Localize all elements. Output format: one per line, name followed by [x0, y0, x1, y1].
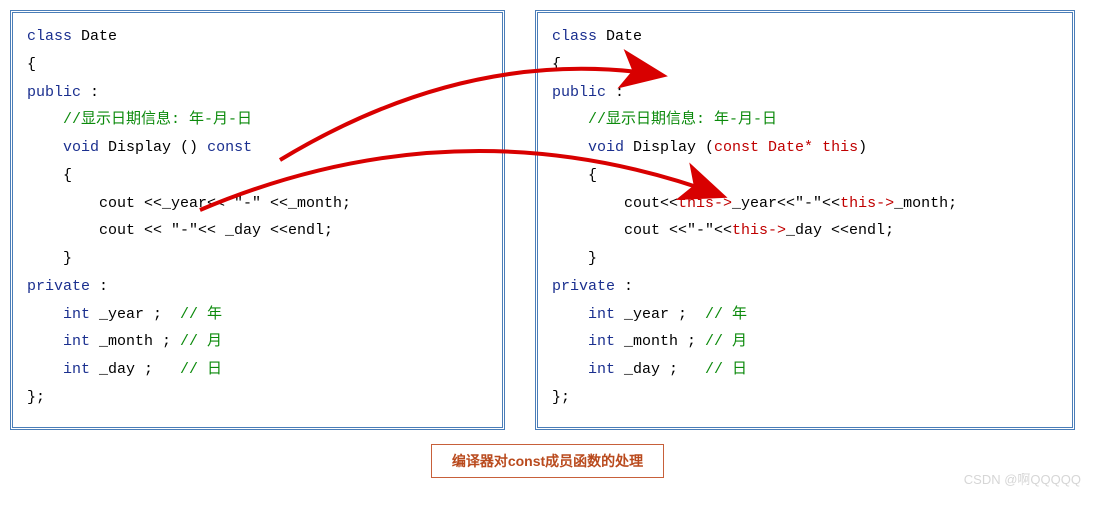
code-text: }	[27, 250, 72, 267]
code-text: };	[27, 389, 45, 406]
code-text: Display ()	[99, 139, 207, 156]
left-code-box: class Date { public : //显示日期信息: 年-月-日 vo…	[10, 10, 505, 430]
code-text: Date	[597, 28, 642, 45]
code-text	[552, 361, 588, 378]
code-text: Date	[72, 28, 117, 45]
keyword-public: public	[552, 84, 606, 101]
keyword-int: int	[63, 361, 90, 378]
code-text: _month ;	[90, 333, 180, 350]
code-text: cout << "-"<< _day <<endl;	[27, 222, 333, 239]
code-text	[27, 306, 63, 323]
code-text: :	[90, 278, 108, 295]
code-text: _month;	[894, 195, 957, 212]
code-text	[27, 361, 63, 378]
comment-day: // 日	[180, 361, 222, 378]
code-text: _year ;	[90, 306, 180, 323]
code-text	[27, 139, 63, 156]
code-text: :	[606, 84, 624, 101]
comment-line: //显示日期信息: 年-月-日	[27, 111, 252, 128]
code-text: _year<<"-"<<	[732, 195, 840, 212]
code-comparison: class Date { public : //显示日期信息: 年-月-日 vo…	[10, 10, 1085, 430]
code-text: Display (	[624, 139, 714, 156]
code-text: cout <<_year<< "-" <<_month;	[27, 195, 351, 212]
code-text: :	[615, 278, 633, 295]
code-text	[27, 333, 63, 350]
comment-month: // 月	[180, 333, 222, 350]
code-text: _month ;	[615, 333, 705, 350]
keyword-private: private	[552, 278, 615, 295]
code-text: _year ;	[615, 306, 705, 323]
caption-label: 编译器对const成员函数的处理	[431, 444, 664, 478]
keyword-const: const	[207, 139, 252, 156]
code-text	[552, 139, 588, 156]
keyword-private: private	[27, 278, 90, 295]
code-text: {	[552, 167, 597, 184]
this-ptr: this->	[732, 222, 786, 239]
keyword-int: int	[588, 306, 615, 323]
comment-year: // 年	[705, 306, 747, 323]
code-text: {	[27, 56, 36, 73]
const-param: const Date* this	[714, 139, 858, 156]
watermark-text: CSDN @啊QQQQQ	[964, 469, 1081, 488]
keyword-void: void	[588, 139, 624, 156]
comment-line: //显示日期信息: 年-月-日	[552, 111, 777, 128]
keyword-class: class	[552, 28, 597, 45]
comment-year: // 年	[180, 306, 222, 323]
keyword-class: class	[27, 28, 72, 45]
keyword-int: int	[588, 333, 615, 350]
code-text: :	[81, 84, 99, 101]
code-text: _day ;	[615, 361, 705, 378]
this-ptr: this->	[840, 195, 894, 212]
code-text: };	[552, 389, 570, 406]
code-text: }	[552, 250, 597, 267]
keyword-public: public	[27, 84, 81, 101]
code-text: cout <<"-"<<	[552, 222, 732, 239]
code-text: cout<<	[552, 195, 678, 212]
keyword-int: int	[63, 333, 90, 350]
code-text	[552, 306, 588, 323]
code-text: )	[858, 139, 867, 156]
code-text: _day ;	[90, 361, 180, 378]
code-text: {	[27, 167, 72, 184]
comment-day: // 日	[705, 361, 747, 378]
code-text: _day <<endl;	[786, 222, 894, 239]
keyword-int: int	[588, 361, 615, 378]
right-code-box: class Date { public : //显示日期信息: 年-月-日 vo…	[535, 10, 1075, 430]
keyword-int: int	[63, 306, 90, 323]
comment-month: // 月	[705, 333, 747, 350]
code-text	[552, 333, 588, 350]
keyword-void: void	[63, 139, 99, 156]
this-ptr: this->	[678, 195, 732, 212]
code-text: {	[552, 56, 561, 73]
